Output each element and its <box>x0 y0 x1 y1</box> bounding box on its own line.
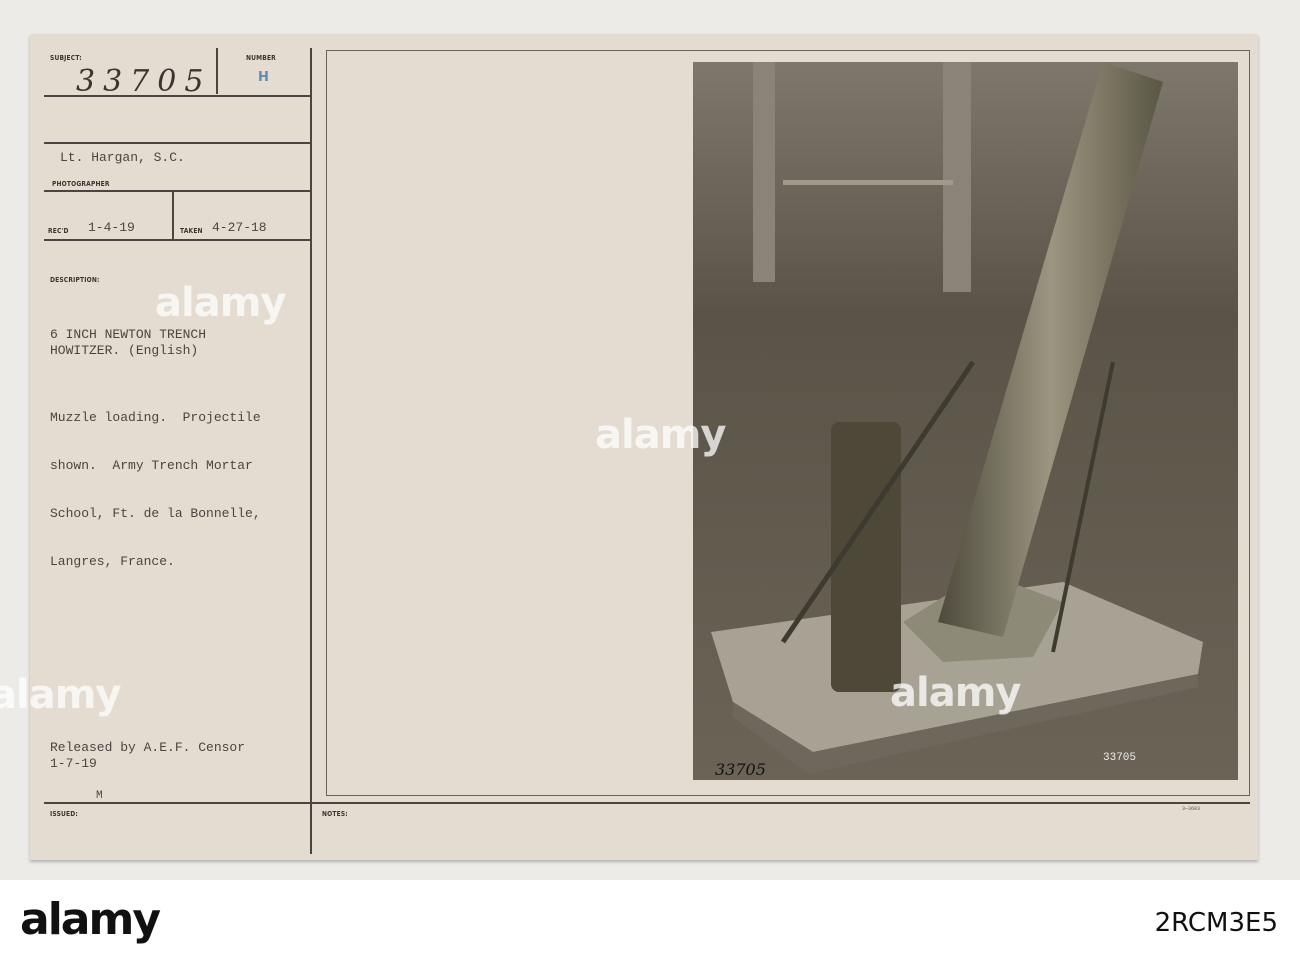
release-line: 1-7-19 <box>50 756 97 771</box>
divider <box>44 95 310 97</box>
divider <box>172 190 174 240</box>
watermark: alamy <box>0 672 121 718</box>
taken-label: TAKEN <box>180 227 203 235</box>
post <box>753 62 775 282</box>
body-line: School, Ft. de la Bonnelle, <box>50 506 261 521</box>
release-line: Released by A.E.F. Censor <box>50 740 246 755</box>
description-title: 6 INCH NEWTON TRENCH HOWITZER. (English) <box>50 327 206 359</box>
image-id: 2RCM3E5 <box>1154 908 1278 938</box>
issued-mark: M <box>96 790 103 802</box>
watermark: alamy <box>155 280 286 326</box>
taken-date: 4-27-18 <box>212 220 267 235</box>
subject-label: SUBJECT: <box>50 54 82 62</box>
column-divider <box>310 48 312 854</box>
number-label: NUMBER <box>246 54 276 62</box>
divider <box>216 48 218 94</box>
body-line: shown. Army Trench Mortar <box>50 458 253 473</box>
scrawl-number: 33705 <box>715 760 766 779</box>
watermark: alamy <box>595 412 726 458</box>
recd-date: 1-4-19 <box>88 220 135 235</box>
release-note: Released by A.E.F. Censor 1-7-19 <box>50 740 245 772</box>
divider <box>44 190 310 192</box>
title-line: 6 INCH NEWTON TRENCH <box>50 327 207 342</box>
watermark: alamy <box>890 670 1021 716</box>
subject-number: 33705 <box>76 64 212 99</box>
issued-label: ISSUED: <box>50 810 78 818</box>
print-number: 33705 <box>1103 752 1137 764</box>
title-line: HOWITZER. (English) <box>50 343 199 358</box>
rail <box>783 180 953 185</box>
notes-label: NOTES: <box>322 810 348 818</box>
divider <box>44 142 310 144</box>
divider <box>44 239 310 241</box>
post <box>943 62 971 292</box>
description-body: Muzzle loading. Projectile shown. Army T… <box>50 378 261 602</box>
description-label: DESCRIPTION: <box>50 276 100 284</box>
recd-label: REC'D <box>48 227 69 235</box>
body-line: Muzzle loading. Projectile <box>50 410 261 425</box>
footer-bar: alamy 2RCM3E5 <box>0 880 1300 969</box>
photographer-name: Lt. Hargan, S.C. <box>60 150 185 165</box>
photographer-label: PHOTOGRAPHER <box>52 180 110 188</box>
body-line: Langres, France. <box>50 554 175 569</box>
divider <box>44 802 1250 804</box>
alamy-logo[interactable]: alamy <box>20 894 161 945</box>
number-stamp: H <box>258 70 269 85</box>
form-code: 3—3603 <box>1182 806 1201 812</box>
